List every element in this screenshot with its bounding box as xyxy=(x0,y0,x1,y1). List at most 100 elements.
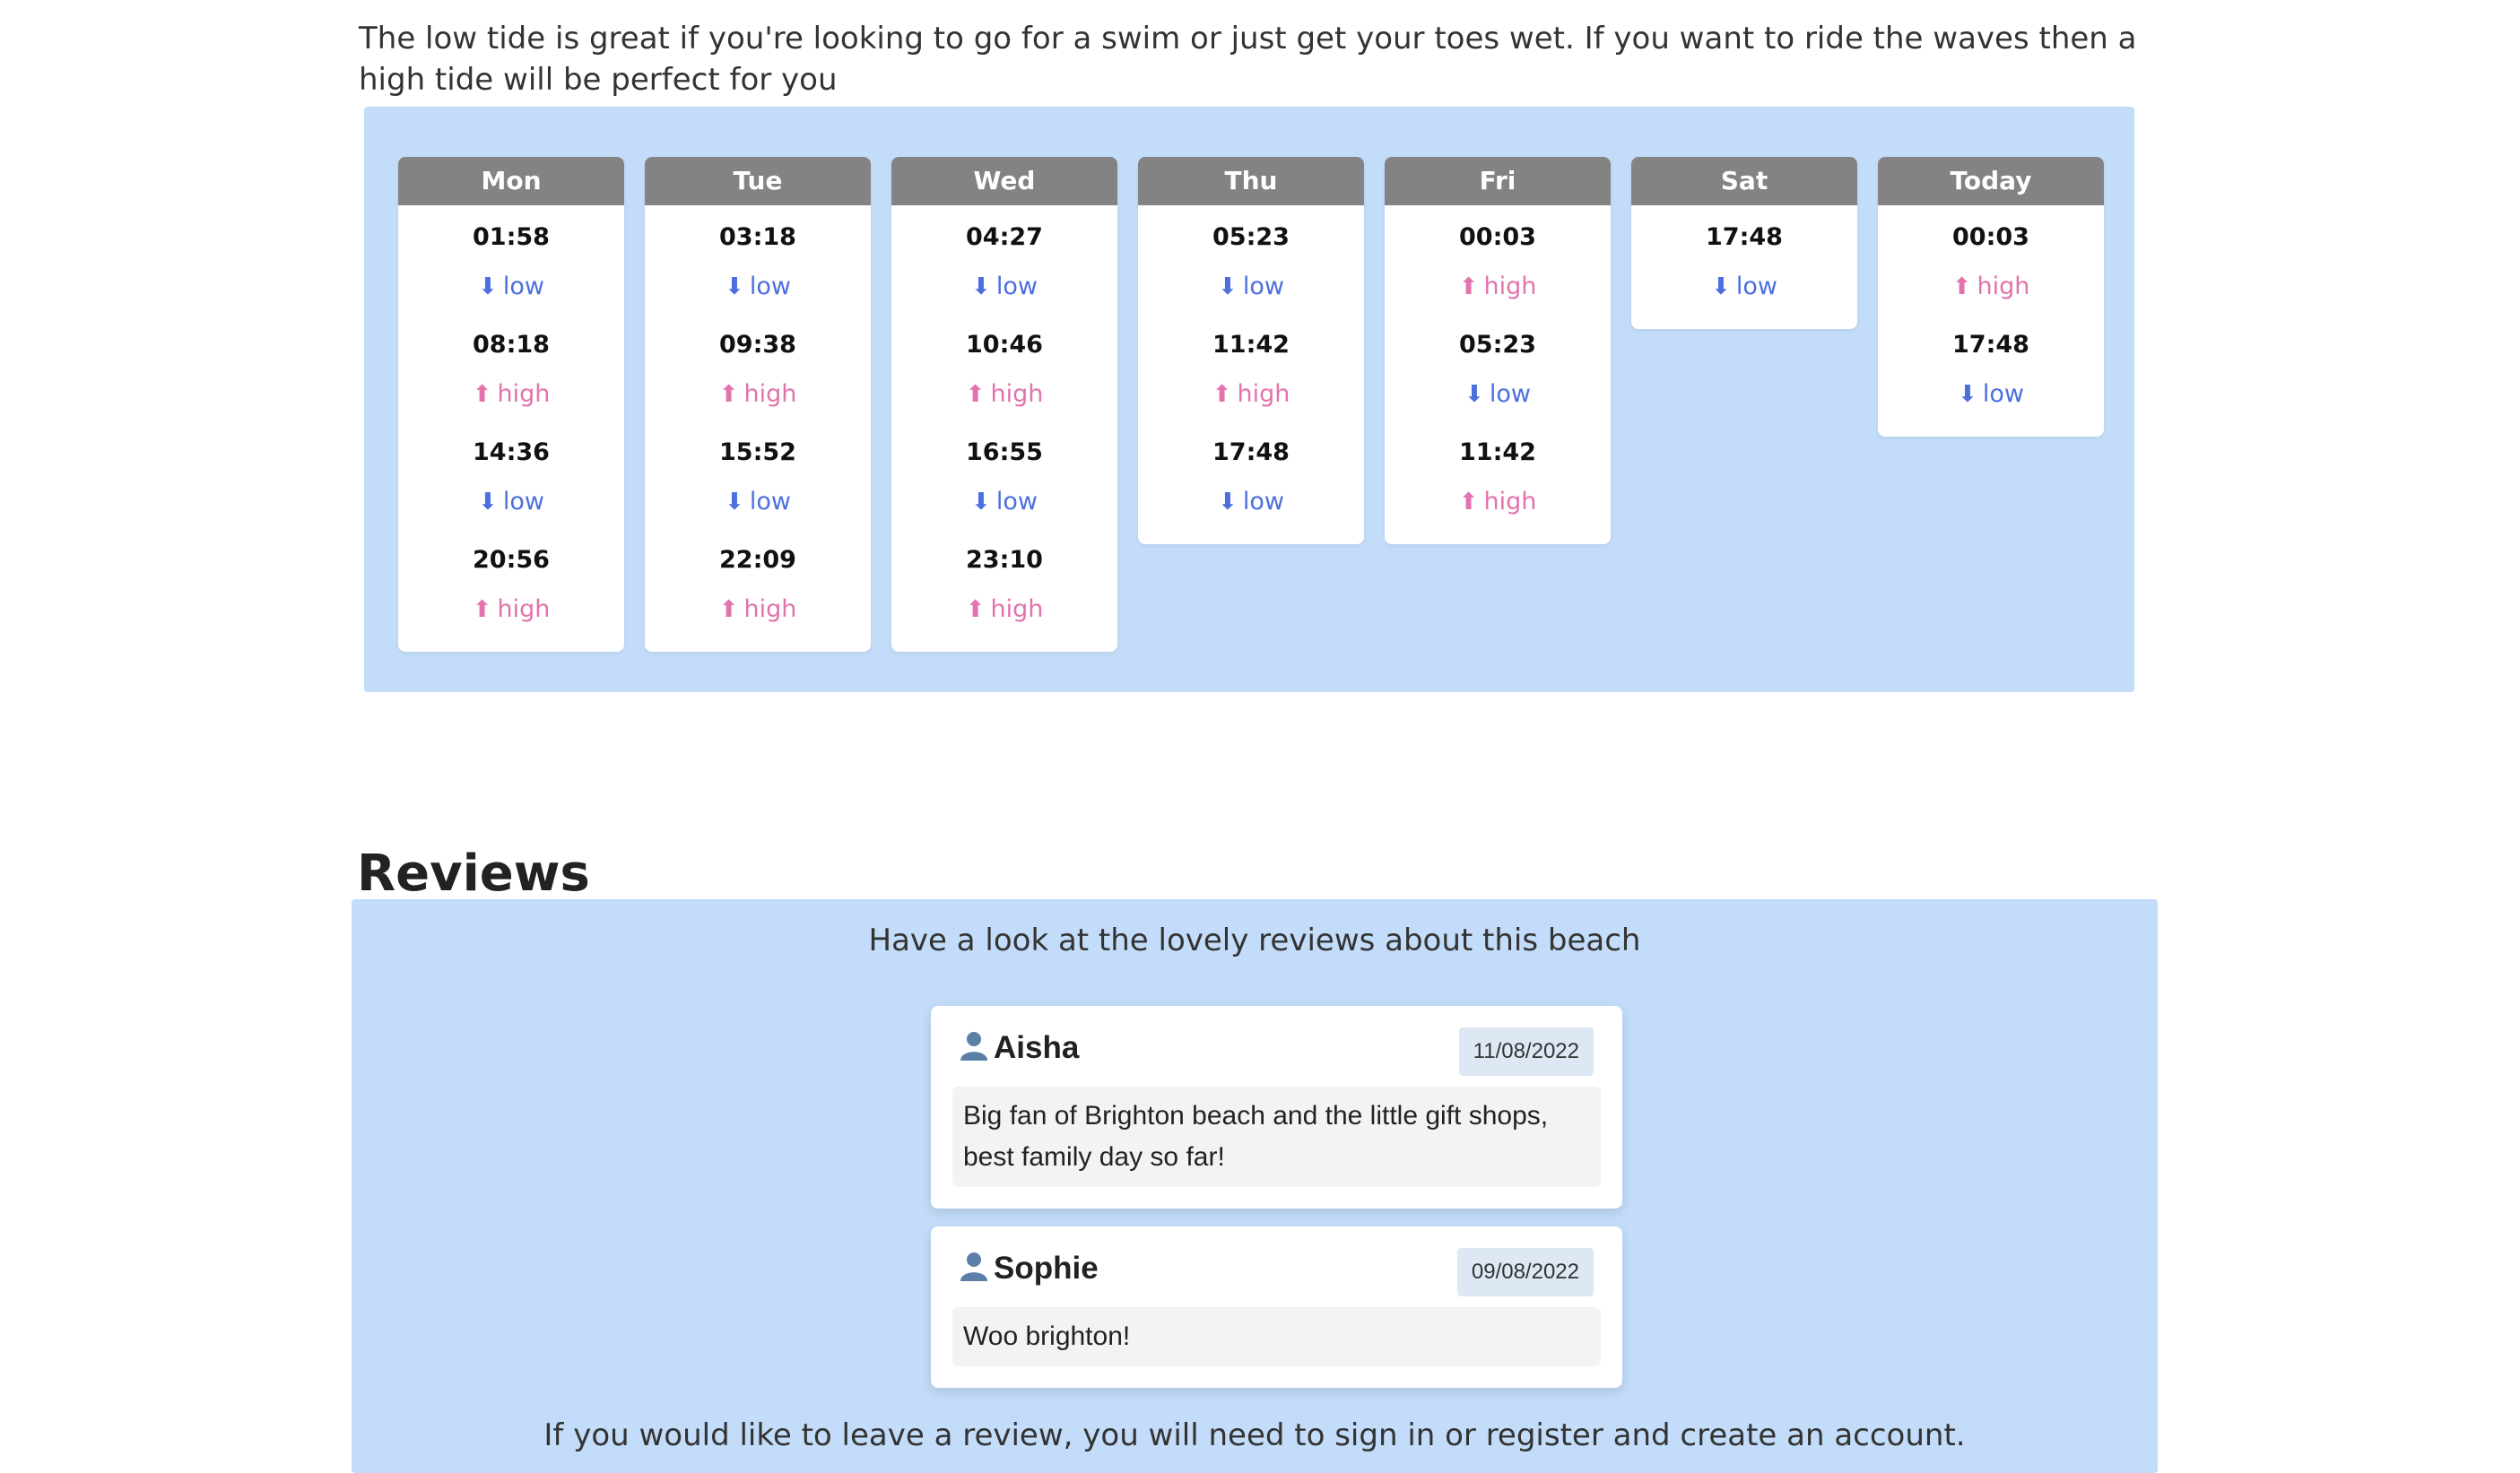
tide-type-label: low xyxy=(1982,380,2024,408)
arrow-down-icon: ⬇ xyxy=(1464,381,1484,408)
tide-type-label: low xyxy=(502,273,544,300)
tide-type-low: ⬇ low xyxy=(1138,263,1364,320)
arrow-down-icon: ⬇ xyxy=(1218,489,1238,516)
tide-entry: 05:23 ⬇ low xyxy=(1138,212,1364,320)
arrow-up-icon: ⬆ xyxy=(965,381,986,408)
arrow-up-icon: ⬆ xyxy=(1212,381,1232,408)
review-text: Woo brighton! xyxy=(952,1307,1601,1366)
tide-type-label: low xyxy=(995,273,1038,300)
tide-day-card: Wed 04:27 ⬇ low 10:46 ⬆ high 16:55 ⬇ low 23:10 ⬆ hig… xyxy=(891,157,1117,652)
tide-time: 03:18 xyxy=(719,223,796,251)
arrow-up-icon: ⬆ xyxy=(1458,489,1479,516)
review-username: Aisha xyxy=(994,1030,1080,1065)
tide-type-label: low xyxy=(502,488,544,516)
review-text: Big fan of Brighton beach and the little… xyxy=(952,1087,1601,1187)
tide-type-label: high xyxy=(990,380,1044,408)
arrow-up-icon: ⬆ xyxy=(718,596,739,623)
arrow-up-icon: ⬆ xyxy=(1458,273,1479,300)
reviews-signin-notice: If you would like to leave a review, you… xyxy=(543,1417,1966,1453)
tide-day-card: Tue 03:18 ⬇ low 09:38 ⬆ high 15:52 ⬇ low 22:09 ⬆ hig… xyxy=(645,157,871,652)
reviews-panel: Have a look at the lovely reviews about … xyxy=(352,899,2158,1473)
tide-type-label: low xyxy=(995,488,1038,516)
arrow-up-icon: ⬆ xyxy=(965,596,986,623)
review-username: Sophie xyxy=(994,1251,1099,1286)
tide-time: 10:46 xyxy=(966,331,1043,359)
tide-entry: 11:42 ⬆ high xyxy=(1138,320,1364,428)
tide-entry: 09:38 ⬆ high xyxy=(645,320,871,428)
tide-entry: 15:52 ⬇ low xyxy=(645,428,871,535)
tide-type-low: ⬇ low xyxy=(1878,370,2104,428)
tide-type-low: ⬇ low xyxy=(1138,478,1364,535)
arrow-down-icon: ⬇ xyxy=(1218,273,1238,300)
tide-time: 05:23 xyxy=(1459,331,1536,359)
tide-time: 17:48 xyxy=(1706,223,1783,251)
tide-day-card: Today 00:03 ⬆ high 17:48 ⬇ low xyxy=(1878,157,2104,437)
tide-entry: 14:36 ⬇ low xyxy=(398,428,624,535)
reviews-heading: Reviews xyxy=(357,845,590,904)
arrow-down-icon: ⬇ xyxy=(725,489,744,516)
tide-type-low: ⬇ low xyxy=(1385,370,1611,428)
tide-type-high: ⬆ high xyxy=(891,370,1117,428)
tide-time: 01:58 xyxy=(473,223,550,251)
arrow-up-icon: ⬆ xyxy=(1951,273,1972,300)
tide-entry: 01:58 ⬇ low xyxy=(398,212,624,320)
tide-type-low: ⬇ low xyxy=(891,478,1117,535)
review-date: 09/08/2022 xyxy=(1456,1248,1594,1296)
tide-entry: 16:55 ⬇ low xyxy=(891,428,1117,535)
review-user: Sophie xyxy=(958,1250,1099,1287)
tide-entry: 05:23 ⬇ low xyxy=(1385,320,1611,428)
tide-entry: 17:48 ⬇ low xyxy=(1878,320,2104,428)
reviews-intro-text: Have a look at the lovely reviews about … xyxy=(868,923,1641,958)
tide-type-high: ⬆ high xyxy=(645,370,871,428)
tide-type-label: high xyxy=(1977,273,2030,300)
tide-time: 11:42 xyxy=(1459,438,1536,466)
tide-time: 14:36 xyxy=(473,438,550,466)
arrow-down-icon: ⬇ xyxy=(1711,273,1731,300)
tide-type-high: ⬆ high xyxy=(398,585,624,643)
tide-type-label: low xyxy=(1735,273,1777,300)
tide-entry: 03:18 ⬇ low xyxy=(645,212,871,320)
tide-entry: 08:18 ⬆ high xyxy=(398,320,624,428)
tide-type-high: ⬆ high xyxy=(1385,263,1611,320)
tide-time: 11:42 xyxy=(1212,331,1290,359)
tide-type-high: ⬆ high xyxy=(1385,478,1611,535)
user-icon xyxy=(960,1252,987,1281)
tide-day-card: Mon 01:58 ⬇ low 08:18 ⬆ high 14:36 ⬇ low 20:56 ⬆ hig… xyxy=(398,157,624,652)
tide-type-label: high xyxy=(990,595,1044,623)
arrow-down-icon: ⬇ xyxy=(971,489,991,516)
tide-type-label: low xyxy=(1242,273,1284,300)
tide-time: 08:18 xyxy=(473,331,550,359)
tide-day-header: Mon xyxy=(398,157,624,205)
arrow-down-icon: ⬇ xyxy=(478,273,498,300)
tide-time: 00:03 xyxy=(1459,223,1536,251)
tide-time: 16:55 xyxy=(966,438,1043,466)
tide-entry: 11:42 ⬆ high xyxy=(1385,428,1611,535)
tide-type-label: high xyxy=(1483,273,1537,300)
tide-day-card: Thu 05:23 ⬇ low 11:42 ⬆ high 17:48 ⬇ low xyxy=(1138,157,1364,544)
tide-day-header: Fri xyxy=(1385,157,1611,205)
tide-type-label: high xyxy=(497,380,551,408)
tide-type-high: ⬆ high xyxy=(1878,263,2104,320)
tide-type-low: ⬇ low xyxy=(398,263,624,320)
arrow-down-icon: ⬇ xyxy=(725,273,744,300)
tide-type-low: ⬇ low xyxy=(398,478,624,535)
tide-time: 05:23 xyxy=(1212,223,1290,251)
tide-type-low: ⬇ low xyxy=(891,263,1117,320)
tide-time: 22:09 xyxy=(719,546,796,574)
tide-day-header: Thu xyxy=(1138,157,1364,205)
review-date: 11/08/2022 xyxy=(1458,1027,1594,1076)
tide-type-label: low xyxy=(749,273,791,300)
arrow-up-icon: ⬆ xyxy=(472,381,492,408)
tide-entry: 00:03 ⬆ high xyxy=(1878,212,2104,320)
tide-entry: 00:03 ⬆ high xyxy=(1385,212,1611,320)
tide-day-card: Fri 00:03 ⬆ high 05:23 ⬇ low 11:42 ⬆ high xyxy=(1385,157,1611,544)
tide-type-low: ⬇ low xyxy=(1631,263,1857,320)
tide-type-label: high xyxy=(1483,488,1537,516)
tide-time: 20:56 xyxy=(473,546,550,574)
tide-type-high: ⬆ high xyxy=(891,585,1117,643)
tide-day-header: Today xyxy=(1878,157,2104,205)
user-icon xyxy=(960,1032,987,1061)
review-card: Aisha 11/08/2022 Big fan of Brighton bea… xyxy=(931,1006,1622,1209)
tide-times-panel: Mon 01:58 ⬇ low 08:18 ⬆ high 14:36 ⬇ low 20:56 ⬆ hig… xyxy=(364,107,2134,692)
arrow-up-icon: ⬆ xyxy=(718,381,739,408)
